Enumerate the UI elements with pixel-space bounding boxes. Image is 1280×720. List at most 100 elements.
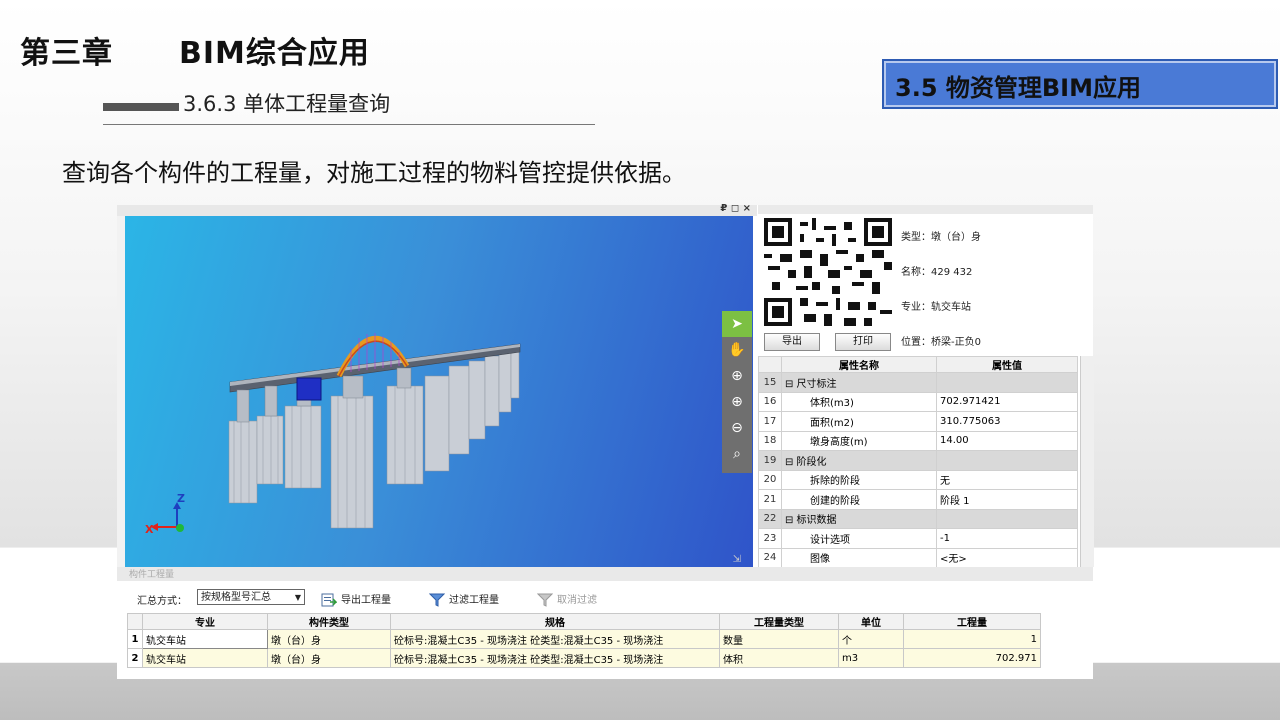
table-cell[interactable]: 1	[903, 629, 1041, 649]
navigation-toolbar: ➤ ✋ ⊕ ⊕ ⊖ ⌕	[722, 311, 752, 473]
table-cell[interactable]: 墩（台）身	[267, 629, 391, 649]
prop-value	[936, 450, 1078, 471]
prop-row-number: 23	[758, 528, 782, 549]
cancel-filter-label: 取消过滤	[557, 595, 597, 606]
prop-name: ⊟ 尺寸标注	[781, 372, 937, 393]
export-button[interactable]: 导出	[764, 333, 820, 351]
table-cell[interactable]: 数量	[719, 629, 839, 649]
table-cell[interactable]: 轨交车站	[142, 648, 268, 668]
prop-row[interactable]: 17 面积(m2) 310.775063	[758, 411, 1078, 432]
subtitle-text: 3.6.3 单体工程量查询	[183, 92, 391, 116]
zoom-fit-icon[interactable]: ⌕	[722, 441, 752, 467]
prop-name: ⊟ 标识数据	[781, 508, 937, 529]
prop-row-number: 18	[758, 430, 782, 451]
pile-groups	[228, 347, 520, 529]
prop-row-number: 22	[758, 508, 782, 529]
prop-value: 310.775063	[936, 411, 1078, 432]
prop-group-row[interactable]: 15 ⊟ 尺寸标注	[758, 372, 1078, 393]
prop-row-number: 15	[758, 372, 782, 393]
cancel-filter-button[interactable]: 取消过滤	[537, 591, 597, 607]
prop-value	[936, 508, 1078, 529]
prop-name: 面积(m2)	[781, 411, 937, 432]
table-cell[interactable]: 砼标号:混凝土C35 - 现场浇注 砼类型:混凝土C35 - 现场浇注	[390, 629, 720, 649]
qty-header-spec: 规格	[390, 613, 720, 630]
prop-row-number: 16	[758, 391, 782, 412]
table-row[interactable]: 2 轨交车站 墩（台）身 砼标号:混凝土C35 - 现场浇注 砼类型:混凝土C35 -…	[127, 648, 1041, 668]
prop-row-number: 24	[758, 547, 782, 568]
resize-grip[interactable]: ⇲	[733, 554, 741, 565]
prop-row-number: 20	[758, 469, 782, 490]
prop-row-number: 21	[758, 489, 782, 510]
axis-x-label: X	[145, 523, 154, 536]
prop-value: -1	[936, 528, 1078, 549]
3d-viewport[interactable]: X Z ⇲	[125, 216, 753, 567]
prop-row[interactable]: 24 图像 <无>	[758, 547, 1078, 568]
zoom-in-icon[interactable]: ⊕	[722, 389, 752, 415]
table-cell[interactable]: m3	[838, 648, 904, 668]
qty-header-discipline: 专业	[142, 613, 268, 630]
prop-row[interactable]: 21 创建的阶段 阶段 1	[758, 489, 1078, 510]
viewport-titlebar: ₽ ◻ ×	[117, 203, 757, 216]
properties-scrollbar[interactable]	[1080, 356, 1094, 567]
export-sheet-icon	[321, 593, 337, 607]
prop-name: 设计选项	[781, 528, 937, 549]
info-name: 名称：429 432	[901, 267, 973, 278]
prop-name: 图像	[781, 547, 937, 568]
prop-value: 阶段 1	[936, 489, 1078, 510]
table-cell[interactable]: 轨交车站	[142, 629, 268, 649]
prop-row[interactable]: 16 体积(m3) 702.971421	[758, 391, 1078, 412]
prop-name: 墩身高度(m)	[781, 430, 937, 451]
cancel-filter-icon	[537, 593, 553, 607]
selected-pier	[296, 377, 322, 401]
quantity-table: 专业 构件类型 规格 工程量类型 单位 工程量 1 轨交车站 墩（台）身 砼标号:混凝…	[127, 613, 1041, 668]
prop-row-number: 19	[758, 450, 782, 471]
info-discipline: 专业：轨交车站	[901, 302, 971, 313]
table-cell[interactable]: 702.971	[903, 648, 1041, 668]
prop-name: ⊟ 阶段化	[781, 450, 937, 471]
print-button[interactable]: 打印	[835, 333, 891, 351]
prop-value: 无	[936, 469, 1078, 490]
qty-header-index	[127, 613, 143, 630]
prop-header-blank	[758, 356, 782, 373]
table-cell[interactable]: 个	[838, 629, 904, 649]
properties-table: 属性名称 属性值 15 ⊟ 尺寸标注 16 体积(m3) 702.971421 17 面积(…	[758, 356, 1078, 568]
prop-group-row[interactable]: 19 ⊟ 阶段化	[758, 450, 1078, 471]
section-badge: 3.5 物资管理BIM应用	[882, 59, 1278, 109]
filter-quantity-label: 过滤工程量	[449, 595, 499, 606]
table-cell[interactable]: 砼标号:混凝土C35 - 现场浇注 砼类型:混凝土C35 - 现场浇注	[390, 648, 720, 668]
prop-header-value: 属性值	[936, 356, 1078, 373]
chapter-number: 第三章	[20, 36, 113, 71]
qty-header-amount: 工程量	[903, 613, 1041, 630]
prop-row[interactable]: 18 墩身高度(m) 14.00	[758, 430, 1078, 451]
prop-group-row[interactable]: 22 ⊟ 标识数据	[758, 508, 1078, 529]
prop-row[interactable]: 23 设计选项 -1	[758, 528, 1078, 549]
prop-name: 创建的阶段	[781, 489, 937, 510]
select-icon[interactable]: ➤	[722, 311, 752, 337]
info-type: 类型：墩（台）身	[901, 232, 981, 243]
table-cell[interactable]: 体积	[719, 648, 839, 668]
export-quantity-button[interactable]: 导出工程量	[321, 591, 391, 607]
prop-row[interactable]: 20 拆除的阶段无	[758, 469, 1078, 490]
summary-select[interactable]: 按规格型号汇总 ▼	[197, 589, 305, 605]
description: 查询各个构件的工程量，对施工过程的物料管控提供依据。	[62, 159, 686, 187]
pan-icon[interactable]: ✋	[722, 337, 752, 363]
table-row[interactable]: 1 轨交车站 墩（台）身 砼标号:混凝土C35 - 现场浇注 砼类型:混凝土C35 -…	[127, 629, 1041, 649]
table-cell[interactable]: 墩（台）身	[267, 648, 391, 668]
bridge-model[interactable]	[125, 216, 753, 567]
section-title: 3.5 物资管理BIM应用	[895, 74, 1141, 102]
subtitle-bar	[103, 103, 179, 111]
properties-panel: 类型：墩（台）身 名称：429 432 专业：轨交车站 位置：桥梁-正负0 导出…	[758, 205, 1094, 568]
chapter-title: BIM综合应用	[179, 36, 370, 71]
filter-quantity-button[interactable]: 过滤工程量	[429, 591, 499, 607]
prop-value: 14.00	[936, 430, 1078, 451]
subtitle-underline	[103, 124, 595, 125]
zoom-out-icon[interactable]: ⊖	[722, 415, 752, 441]
row-index: 1	[127, 629, 143, 649]
info-location: 位置：桥梁-正负0	[901, 337, 981, 348]
subtitle: 3.6.3 单体工程量查询	[103, 88, 390, 118]
filter-icon	[429, 593, 445, 607]
axis-gizmo	[151, 502, 184, 532]
export-quantity-label: 导出工程量	[341, 595, 391, 606]
orbit-icon[interactable]: ⊕	[722, 363, 752, 389]
window-controls[interactable]: ₽ ◻ ×	[720, 203, 751, 214]
